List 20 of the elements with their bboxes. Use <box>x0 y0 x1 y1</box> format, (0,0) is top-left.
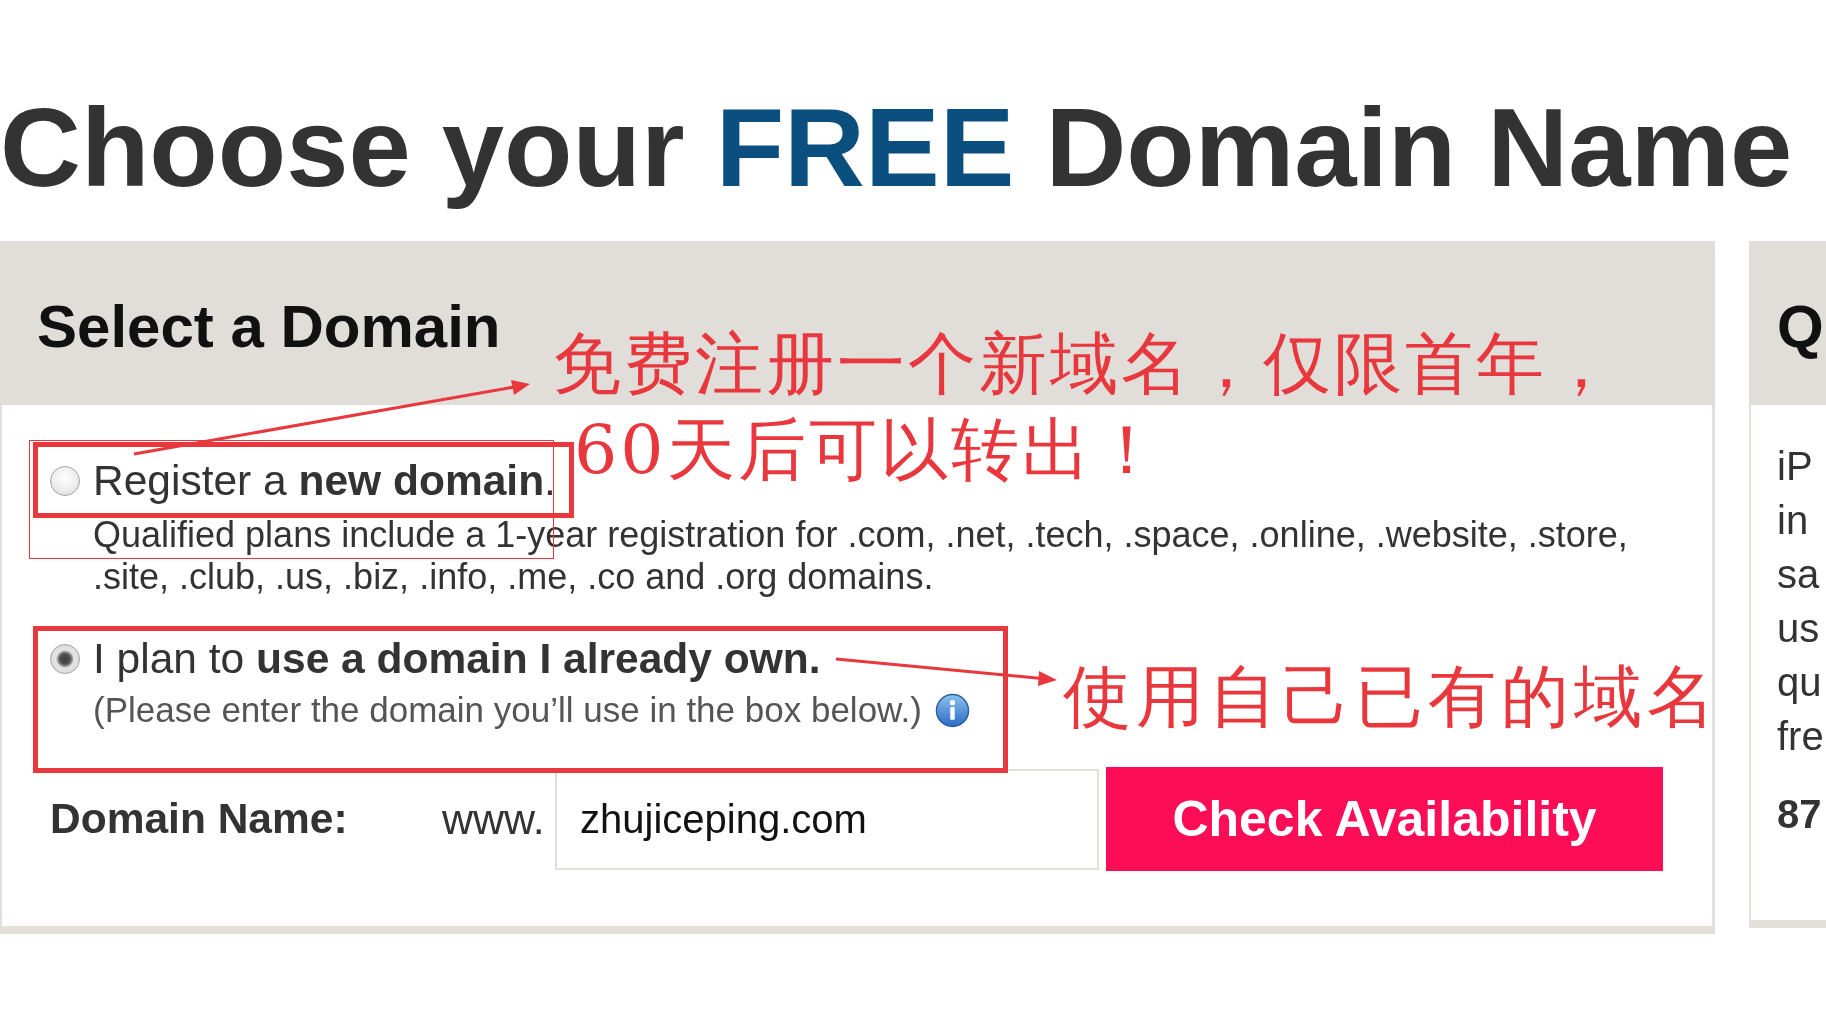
panel-text: iP <box>1777 443 1814 490</box>
annotation-text: 免费注册一个新域名，仅限首年， <box>553 323 1618 405</box>
domain-input[interactable]: zhujiceping.com <box>555 768 1099 870</box>
panel-text: qu <box>1777 659 1823 706</box>
field-label: Domain Name: <box>50 795 349 843</box>
annotation-text: 60天后可以转出！ <box>574 409 1165 491</box>
panel-text: in <box>1777 497 1810 544</box>
radio-button[interactable] <box>50 466 80 496</box>
radio-button[interactable] <box>50 644 80 674</box>
panel-text: 87 <box>1777 791 1823 838</box>
option-description: (Please enter the domain you’ll use in the box below.) <box>93 689 922 731</box>
panel-text: sa <box>1777 551 1821 598</box>
panel-text: fre <box>1777 713 1825 760</box>
panel-text: us <box>1777 605 1821 652</box>
page-title: Choose your FREE Domain Name <box>0 84 1794 212</box>
annotation-text: 使用自己已有的域名 <box>1063 656 1720 738</box>
field-prefix: www. <box>442 795 543 843</box>
check-availability-button[interactable]: Check Availability <box>1106 767 1663 871</box>
info-icon[interactable] <box>934 692 970 728</box>
panel-title: Q <box>1777 293 1825 361</box>
